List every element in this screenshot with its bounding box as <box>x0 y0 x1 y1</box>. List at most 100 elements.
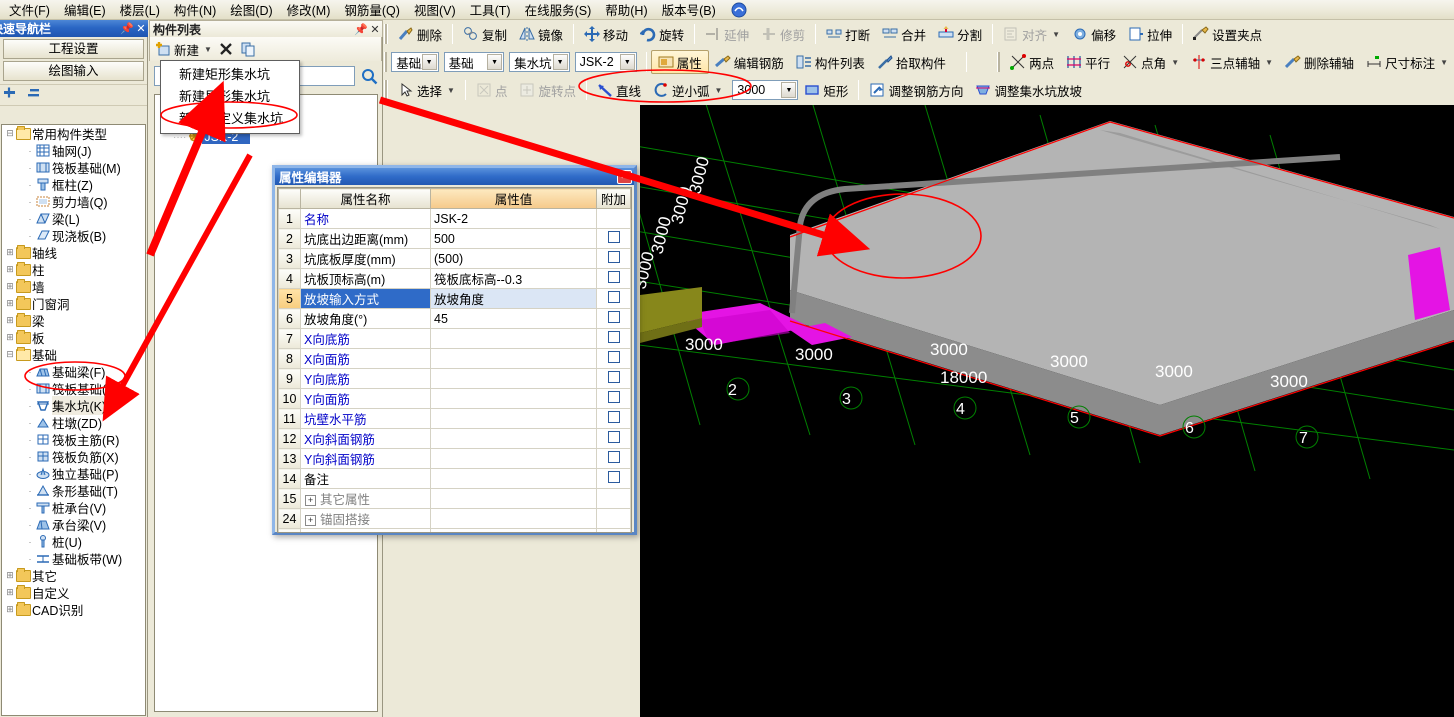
tree-node-5[interactable]: · 梁(L) <box>2 210 145 227</box>
tree-node-24[interactable]: · 桩(U) <box>2 533 145 550</box>
table-row[interactable]: 8 X向面筋 <box>278 348 631 369</box>
modify-button-旋转[interactable]: 旋转 <box>634 22 690 46</box>
modify-button-偏移[interactable]: 偏移 <box>1066 22 1122 46</box>
toolbar-grip[interactable] <box>996 52 1001 72</box>
search-icon[interactable] <box>361 68 378 85</box>
tree-node-17[interactable]: · 柱墩(ZD) <box>2 414 145 431</box>
attach-cell[interactable] <box>596 428 631 449</box>
tree-node-20[interactable]: · 独立基础(P) <box>2 465 145 482</box>
new-component-button[interactable]: 新建 ▼ <box>155 40 212 59</box>
property-value[interactable] <box>430 448 597 469</box>
draw-button-直线[interactable]: 直线 <box>591 78 647 102</box>
modify-button-复制[interactable]: 复制 <box>457 22 513 46</box>
attach-cell[interactable] <box>596 228 631 249</box>
attach-checkbox[interactable] <box>607 311 620 323</box>
attach-cell[interactable] <box>596 248 631 269</box>
pin-icon[interactable]: 📌 <box>120 22 134 36</box>
table-row[interactable]: 7 X向底筋 <box>278 328 631 349</box>
attach-cell[interactable] <box>596 448 631 469</box>
draw-button-调整钢筋方向[interactable]: 调整钢筋方向 <box>863 78 969 102</box>
component-button-构件列表[interactable]: 构件列表 <box>790 50 871 74</box>
chevron-down-icon[interactable]: ▼ <box>487 54 503 70</box>
property-value[interactable]: 500 <box>430 228 597 249</box>
chevron-down-icon[interactable]: ▼ <box>1171 58 1179 67</box>
attach-checkbox[interactable] <box>607 451 620 463</box>
property-value[interactable]: 放坡角度 <box>430 288 597 309</box>
axis-button-两点[interactable]: 两点 <box>1004 50 1060 74</box>
drawing-input-button[interactable]: 绘图输入 <box>3 61 144 81</box>
axis-button-尺寸标注[interactable]: 尺寸标注 ▼ <box>1360 50 1454 74</box>
table-row[interactable]: 2 坑底出边距离(mm) 500 <box>278 228 631 249</box>
expand-all-icon[interactable] <box>3 87 19 103</box>
chevron-down-icon[interactable]: ▼ <box>1440 58 1448 67</box>
menu-item-3[interactable]: 构件(N) <box>167 0 223 21</box>
tree-node-3[interactable]: · 框柱(Z) <box>2 176 145 193</box>
attach-cell[interactable] <box>596 388 631 409</box>
component-button-编辑钢筋[interactable]: 编辑钢筋 <box>709 50 790 74</box>
table-row[interactable]: 4 坑板顶标高(m) 筏板底标高--0.3 <box>278 268 631 289</box>
property-value[interactable] <box>430 388 597 409</box>
property-value[interactable] <box>430 428 597 449</box>
tree-node-15[interactable]: · 筏板基础(M) <box>2 380 145 397</box>
modify-button-分割[interactable]: 分割 <box>932 22 988 46</box>
attach-checkbox[interactable] <box>607 431 620 443</box>
attach-cell[interactable] <box>596 268 631 289</box>
menu-item-11[interactable]: 版本号(B) <box>655 0 723 21</box>
table-row[interactable]: 3 坑底板厚度(mm) (500) <box>278 248 631 269</box>
tree-node-11[interactable]: ⊞ 梁 <box>2 312 145 329</box>
draw-button-选择[interactable]: 选择 ▼ <box>392 78 461 102</box>
attach-cell[interactable] <box>596 328 631 349</box>
tree-node-22[interactable]: · 桩承台(V) <box>2 499 145 516</box>
tree-node-26[interactable]: ⊞ 其它 <box>2 567 145 584</box>
axis-button-点角[interactable]: 点角 ▼ <box>1116 50 1185 74</box>
tree-node-23[interactable]: · 承台梁(V) <box>2 516 145 533</box>
tree-node-13[interactable]: ⊟ 基础 <box>2 346 145 363</box>
dropdown-item-2[interactable]: 新建自定义集水坑 <box>161 108 299 130</box>
model-3d-viewport[interactable]: 2 3 4 5 6 7 3000 3000 18000 3000 3000 30… <box>640 105 1454 717</box>
copy-icon[interactable] <box>240 41 256 57</box>
chevron-down-icon[interactable]: ▼ <box>1265 58 1273 67</box>
tree-node-28[interactable]: ⊞ CAD识别 <box>2 601 145 618</box>
attach-checkbox[interactable] <box>607 331 620 343</box>
dropdown-item-0[interactable]: 新建矩形集水坑 <box>161 64 299 86</box>
tree-expander[interactable]: ⊞ <box>4 570 16 581</box>
tree-node-14[interactable]: · 基础梁(F) <box>2 363 145 380</box>
property-value[interactable]: JSK-2 <box>430 208 597 229</box>
table-row[interactable]: 10 Y向面筋 <box>278 388 631 409</box>
modify-button-移动[interactable]: 移动 <box>578 22 634 46</box>
attach-cell[interactable] <box>596 508 631 529</box>
tree-node-0[interactable]: ⊟ 常用构件类型 <box>2 125 145 142</box>
axis-button-三点辅轴[interactable]: 三点辅轴 ▼ <box>1185 50 1279 74</box>
tree-expander[interactable]: ⊞ <box>4 604 16 615</box>
property-editor-dialog[interactable]: 属性编辑器 ✕ 属性名称 属性值 附加 1 名称 JSK-2 2 坑底出边距离(mm) 5… <box>272 165 637 535</box>
attach-checkbox[interactable] <box>607 391 620 403</box>
menu-item-10[interactable]: 帮助(H) <box>598 0 654 21</box>
component-combo[interactable]: 集水坑 ▼ <box>509 52 570 72</box>
axis-button-平行[interactable]: 平行 <box>1060 50 1116 74</box>
attach-checkbox[interactable] <box>607 291 620 303</box>
property-value[interactable] <box>430 508 597 529</box>
tree-node-9[interactable]: ⊞ 墙 <box>2 278 145 295</box>
draw-button-调整集水坑放坡[interactable]: 调整集水坑放坡 <box>969 78 1088 102</box>
toolbar-grip[interactable] <box>384 52 388 72</box>
table-row[interactable]: 9 Y向底筋 <box>278 368 631 389</box>
tree-node-8[interactable]: ⊞ 柱 <box>2 261 145 278</box>
tree-node-16[interactable]: · 集水坑(K) <box>2 396 145 415</box>
attach-checkbox[interactable] <box>607 371 620 383</box>
tree-node-21[interactable]: · 条形基础(T) <box>2 482 145 499</box>
draw-button-逆小弧[interactable]: 逆小弧 ▼ <box>647 78 728 102</box>
collapse-all-icon[interactable] <box>27 87 43 103</box>
table-row[interactable]: 5 放坡输入方式 放坡角度 <box>278 288 631 309</box>
menu-item-5[interactable]: 修改(M) <box>280 0 338 21</box>
modify-button-镜像[interactable]: 镜像 <box>513 22 569 46</box>
category-combo[interactable]: 基础 ▼ <box>443 52 505 72</box>
delete-x-icon[interactable] <box>218 41 234 57</box>
menu-item-4[interactable]: 绘图(D) <box>223 0 279 21</box>
arc-radius-combo[interactable]: 3000 ▼ <box>732 80 799 100</box>
attach-checkbox[interactable] <box>607 411 620 423</box>
property-value[interactable] <box>430 488 597 509</box>
tree-expander[interactable]: ⊞ <box>4 315 16 326</box>
tree-expander[interactable]: ⊞ <box>4 587 16 598</box>
attach-checkbox[interactable] <box>607 271 620 283</box>
table-row[interactable]: 6 放坡角度(°) 45 <box>278 308 631 329</box>
